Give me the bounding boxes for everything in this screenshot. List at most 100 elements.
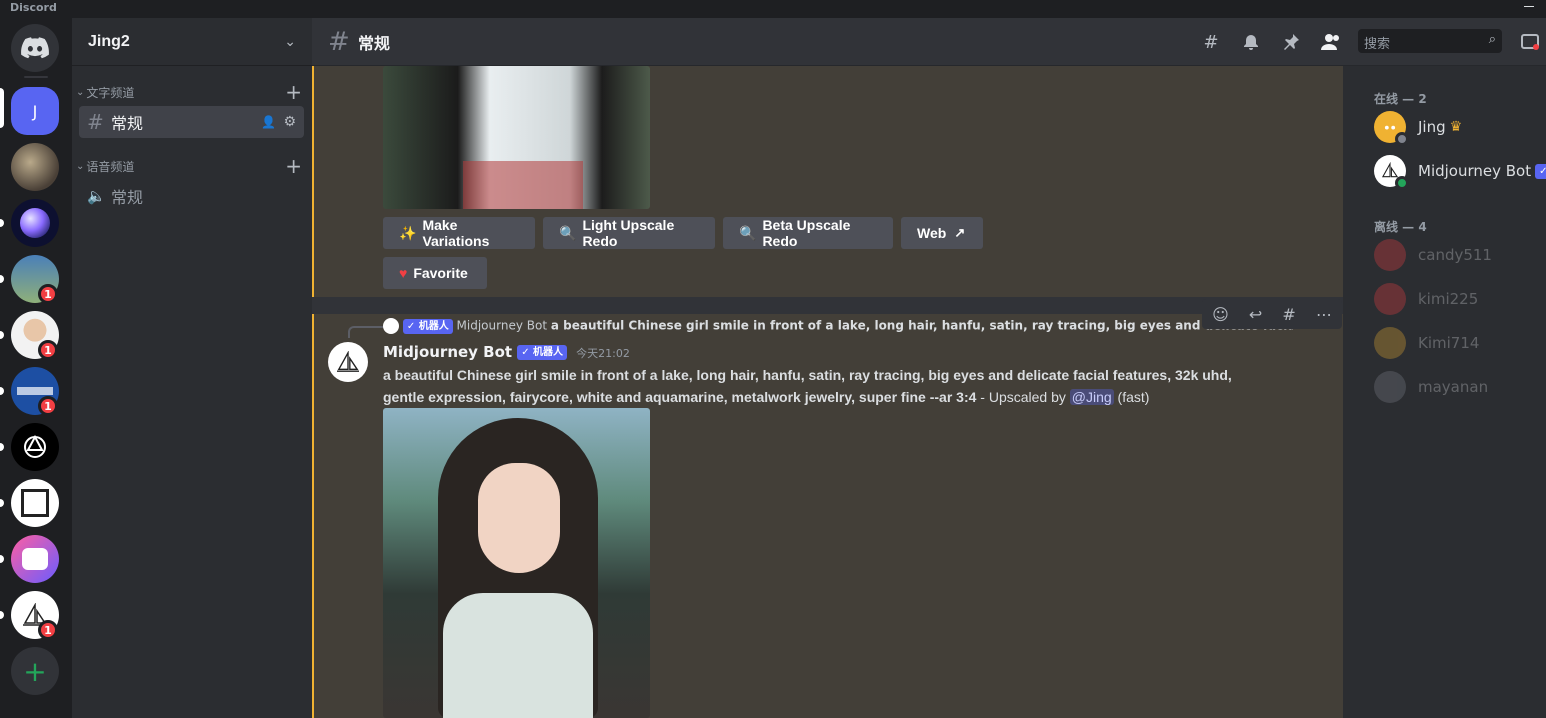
member-kimi225[interactable]: kimi225 (1374, 279, 1478, 319)
category-label: 文字频道 (86, 85, 135, 100)
member-name: mayanan (1418, 378, 1489, 396)
favorite-button[interactable]: ♥ Favorite (383, 257, 487, 289)
member-name: Jing (1418, 118, 1446, 136)
invite-icon[interactable]: 👤 (261, 115, 276, 129)
minimize-button[interactable] (1524, 6, 1534, 7)
chevron-down-icon: ⌄ (76, 86, 85, 98)
more-icon[interactable]: ⋯ (1316, 305, 1332, 324)
rail-separator (24, 76, 48, 78)
channel-header: # 常规 # 搜索 ⌕ (312, 18, 1546, 66)
category-text[interactable]: ⌄ 文字频道 + (76, 82, 302, 102)
unread-indicator (0, 219, 4, 227)
server-rail: J 1 1 1 1 + (0, 18, 72, 718)
pin-icon[interactable] (1279, 30, 1303, 54)
mention-badge: 1 (38, 284, 58, 304)
offline-header: 离线 — 4 (1374, 220, 1427, 234)
magnifier-icon: 🔍 (739, 224, 757, 241)
channel-sidebar: Jing2 ⌄ ⌄ 文字频道 + # 常规 👤 ⚙ ⌄ 语音频道 + 🔈 常规 (72, 18, 312, 718)
generated-image[interactable] (383, 408, 650, 718)
server-frame[interactable] (11, 479, 59, 527)
discord-logo-icon (1384, 125, 1396, 130)
member-midjourney-bot[interactable]: Midjourney Bot ✓ (1374, 151, 1546, 191)
gear-icon[interactable]: ⚙ (283, 114, 296, 130)
guild-name: Jing2 (88, 32, 130, 50)
button-label: Light Upscale Redo (582, 217, 675, 249)
generated-image[interactable] (383, 66, 650, 209)
web-button[interactable]: Web ↗ (901, 217, 983, 249)
server-orb[interactable] (11, 199, 59, 247)
beta-upscale-redo-button[interactable]: 🔍 Beta Upscale Redo (723, 217, 893, 249)
chat-area: # 常规 # 搜索 ⌕ ✨ Make Variations 🔍 Light Up… (312, 18, 1546, 718)
button-label: Favorite (413, 265, 468, 281)
crown-icon: ♛ (1449, 119, 1463, 135)
chevron-down-icon: ⌄ (284, 33, 296, 50)
channel-label: 常规 (111, 188, 144, 207)
channel-voice-general[interactable]: 🔈 常规 (79, 180, 304, 212)
search-placeholder: 搜索 (1364, 37, 1391, 52)
channel-title: 常规 (358, 33, 391, 53)
reply-avatar (383, 318, 399, 334)
server-openai[interactable] (11, 423, 59, 471)
server-jing2[interactable]: J (11, 87, 59, 135)
threads-icon[interactable]: # (1199, 30, 1223, 54)
server-cat[interactable] (11, 143, 59, 191)
message-highlighted: ✓ 机器人 Midjourney Bot a beautiful Chinese… (312, 314, 1343, 718)
scrollbar[interactable] (1343, 66, 1356, 718)
speed-text: (fast) (1113, 389, 1150, 405)
mention-badge: 1 (38, 396, 58, 416)
mention-badge: 1 (38, 620, 58, 640)
midjourney-sail-icon (337, 351, 359, 372)
magic-wand-icon: ✨ (399, 224, 417, 241)
create-thread-icon[interactable]: # (1282, 305, 1295, 324)
member-list: 在线 — 2 Jing ♛ Midjourney Bot ✓ 离线 — 4 ca… (1356, 66, 1546, 718)
light-upscale-redo-button[interactable]: 🔍 Light Upscale Redo (543, 217, 715, 249)
unread-indicator (0, 387, 4, 395)
avatar (1374, 155, 1409, 190)
reply-icon[interactable]: ↩ (1249, 305, 1262, 324)
create-channel-icon[interactable]: + (285, 82, 302, 102)
external-link-icon: ↗ (954, 225, 966, 240)
add-server-button[interactable]: + (11, 647, 59, 695)
category-voice[interactable]: ⌄ 语音频道 + (76, 156, 302, 176)
speaker-icon: 🔈 (87, 187, 106, 205)
app-name: Discord (10, 1, 57, 14)
face-shape (478, 463, 560, 573)
member-name: Midjourney Bot (1418, 162, 1532, 180)
search-icon: ⌕ (1488, 32, 1496, 47)
button-label: Beta Upscale Redo (762, 217, 851, 249)
unread-indicator (0, 499, 4, 507)
status-online-indicator (1395, 176, 1409, 190)
author-name[interactable]: Midjourney Bot (383, 343, 512, 361)
message-header: Midjourney Bot ✓ 机器人 今天21:02 (383, 342, 630, 364)
member-kimi714[interactable]: Kimi714 (1374, 323, 1479, 363)
plus-icon: + (23, 654, 47, 688)
member-mayanan[interactable]: mayanan (1374, 367, 1488, 407)
member-jing[interactable]: Jing ♛ (1374, 107, 1462, 147)
avatar (1374, 327, 1406, 359)
hash-icon: # (87, 110, 104, 134)
server-chat-app[interactable] (11, 535, 59, 583)
author-avatar[interactable] (328, 342, 368, 382)
make-variations-button[interactable]: ✨ Make Variations (383, 217, 535, 249)
unread-indicator (0, 611, 4, 619)
title-bar: Discord (0, 0, 1546, 18)
search-input[interactable]: 搜索 ⌕ (1358, 29, 1502, 53)
reply-preview[interactable]: ✓ 机器人 Midjourney Bot a beautiful Chinese… (383, 318, 1293, 336)
member-name: kimi225 (1418, 290, 1479, 308)
home-button[interactable] (11, 24, 59, 72)
bot-tag: ✓ 机器人 (517, 345, 568, 360)
bell-icon[interactable] (1239, 30, 1263, 54)
chevron-down-icon: ⌄ (76, 160, 85, 172)
inbox-icon[interactable] (1518, 30, 1542, 54)
members-icon[interactable] (1319, 30, 1343, 54)
channel-general[interactable]: # 常规 👤 ⚙ (79, 106, 304, 138)
create-channel-icon[interactable]: + (285, 156, 302, 176)
guild-header[interactable]: Jing2 ⌄ (72, 18, 312, 66)
avatar (1374, 283, 1406, 315)
add-reaction-icon[interactable]: ☺ (1212, 305, 1229, 324)
upscaled-by-text: - Upscaled by (976, 389, 1070, 405)
user-mention[interactable]: @Jing (1069, 389, 1114, 405)
reply-author[interactable]: Midjourney Bot (457, 319, 548, 333)
member-candy511[interactable]: candy511 (1374, 235, 1492, 275)
hash-icon: # (328, 26, 350, 57)
